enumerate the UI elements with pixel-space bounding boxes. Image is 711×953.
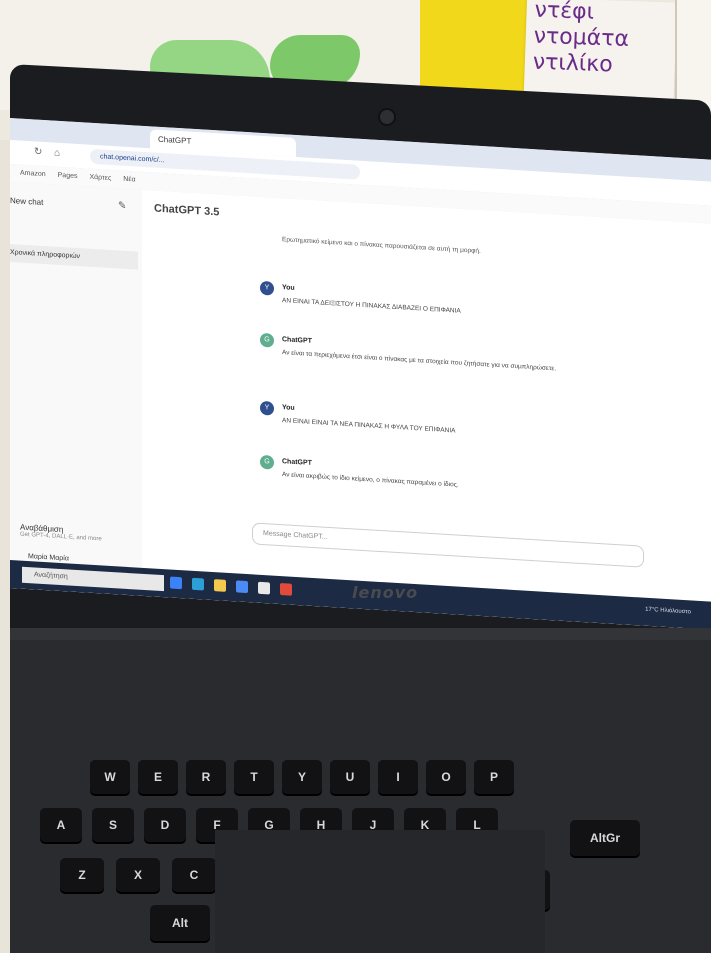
message-text: ΑΝ ΕΙΝΑΙ ΕΙΝΑΙ ΤΑ ΝΕΑ ΠΙΝΑΚΑΣ Η ΦΥΛΑ ΤΟΥ… — [282, 417, 456, 435]
taskview-icon[interactable] — [170, 576, 182, 590]
keyboard-key[interactable]: Y — [282, 760, 322, 794]
keyboard-key[interactable]: O — [426, 760, 466, 794]
message-input[interactable]: Message ChatGPT... — [252, 522, 644, 568]
keyboard-key[interactable]: C — [172, 858, 216, 892]
chat-message: G ChatGPT Αν είναι ακριβώς το ίδιο κείμε… — [260, 454, 640, 489]
message-author: You — [282, 284, 295, 292]
lenovo-logo: lenovo — [352, 583, 419, 602]
home-icon[interactable]: ⌂ — [54, 148, 60, 159]
message-text-top: Ερωτηματικό κείμενο και ο πίνακας παρουσ… — [282, 236, 481, 255]
new-chat-button[interactable]: New chat — [10, 196, 43, 207]
message-author: ChatGPT — [282, 458, 312, 467]
photo-scene: ντέφι ντομάτα ντιλίκο ChatGPT ↻ ⌂ chat.o… — [0, 0, 711, 953]
bookmark-item[interactable]: Pages — [58, 172, 78, 180]
model-selector[interactable]: ChatGPT 3.5 — [154, 203, 219, 219]
edge-icon[interactable] — [192, 577, 204, 591]
keyboard-key[interactable]: S — [92, 808, 134, 842]
bookmark-item[interactable]: Νέα — [123, 176, 135, 184]
webcam-icon — [378, 108, 396, 126]
message-author: ChatGPT — [282, 336, 312, 345]
word-icon[interactable] — [258, 581, 270, 595]
keyboard-key[interactable]: T — [234, 760, 274, 794]
message-text: ΑΝ ΕΙΝΑΙ ΤΑ ΔΕΙΞΙΣΤΟΥ Η ΠΙΝΑΚΑΣ ΔΙΑΒΑΖΕΙ… — [282, 297, 461, 315]
note-line-3: ντιλίκο — [532, 49, 614, 78]
message-author: You — [282, 404, 295, 412]
chat-message: Y You ΑΝ ΕΙΝΑΙ ΕΙΝΑΙ ΤΑ ΝΕΑ ΠΙΝΑΚΑΣ Η ΦΥ… — [260, 400, 640, 434]
palm-rest — [215, 830, 545, 953]
taskbar-search[interactable]: Αναζήτηση — [22, 566, 164, 592]
system-tray[interactable]: 17°C Ηλιόλουστο — [645, 607, 691, 616]
keyboard-key[interactable]: R — [186, 760, 226, 794]
chrome-icon[interactable] — [280, 583, 292, 596]
message-text: Αν είναι ακριβώς το ίδιο κείμενο, ο πίνα… — [282, 471, 459, 489]
keyboard-key[interactable]: W — [90, 760, 130, 794]
keyboard-key[interactable]: AltGr — [570, 820, 640, 856]
bookmark-item[interactable]: Χάρτες — [89, 174, 111, 182]
user-avatar: Y — [260, 400, 274, 416]
sidebar-chat-item[interactable]: Χρονικά πληροφοριών — [10, 244, 138, 270]
edit-icon[interactable]: ✎ — [118, 200, 126, 211]
upgrade-button[interactable]: Αναβάθμιση Get GPT-4, DALL·E, and more — [20, 523, 102, 543]
chat-sidebar: New chat ✎ Χρονικά πληροφοριών Αναβάθμισ… — [10, 182, 143, 596]
folder-icon[interactable] — [214, 579, 226, 592]
keyboard-key[interactable]: Alt — [150, 905, 210, 941]
message-text: Αν είναι τα περιεχόμενα έτσι είναι ο πίν… — [282, 349, 557, 373]
laptop-screen: ChatGPT ↻ ⌂ chat.openai.com/c/... Amazon… — [10, 118, 711, 630]
keyboard-key[interactable]: I — [378, 760, 418, 794]
keyboard-key[interactable]: D — [144, 808, 186, 842]
user-avatar: Y — [260, 280, 274, 296]
keyboard-key[interactable]: P — [474, 760, 514, 794]
keyboard-key[interactable]: E — [138, 760, 178, 794]
upgrade-subtitle: Get GPT-4, DALL·E, and more — [20, 531, 102, 543]
chat-main: ChatGPT 3.5 Ερωτηματικό κείμενο και ο πί… — [142, 189, 711, 630]
keyboard-key[interactable]: Z — [60, 858, 104, 892]
keyboard-key[interactable]: X — [116, 858, 160, 892]
chatgpt-avatar: G — [260, 454, 274, 470]
tab-title: ChatGPT — [158, 134, 192, 146]
chat-message: Y You ΑΝ ΕΙΝΑΙ ΤΑ ΔΕΙΞΙΣΤΟΥ Η ΠΙΝΑΚΑΣ ΔΙ… — [260, 280, 640, 315]
bookmark-item[interactable]: Amazon — [20, 170, 46, 179]
chatgpt-avatar: G — [260, 332, 274, 348]
reload-icon[interactable]: ↻ — [34, 146, 42, 157]
keyboard-key[interactable]: A — [40, 808, 82, 842]
chat-message: G ChatGPT Αν είναι τα περιεχόμενα έτσι ε… — [260, 332, 640, 372]
store-icon[interactable] — [236, 580, 248, 594]
keyboard-key[interactable]: U — [330, 760, 370, 794]
